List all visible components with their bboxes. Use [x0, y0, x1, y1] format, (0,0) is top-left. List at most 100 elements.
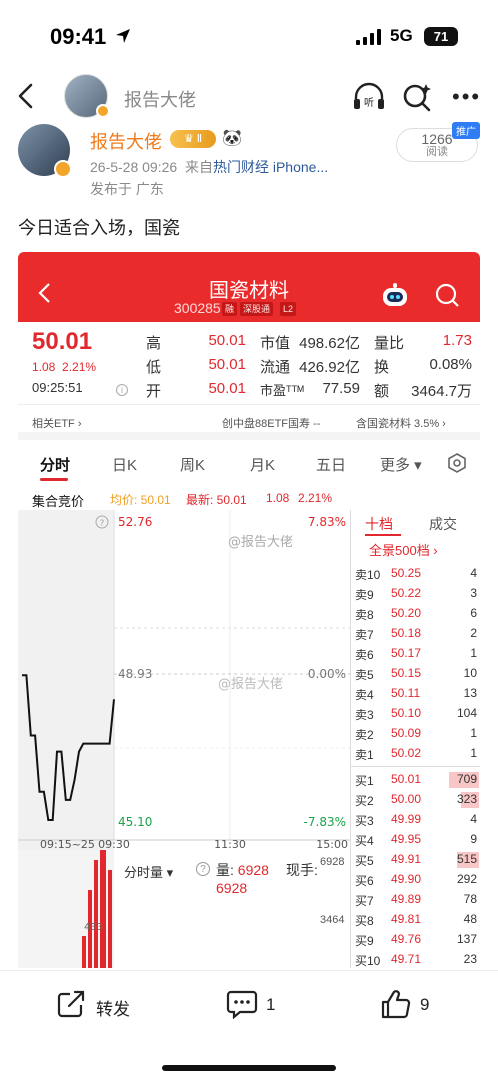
level-label: 卖6: [355, 648, 374, 662]
x-tick-label: 09:30: [98, 838, 130, 850]
high-label: 高: [146, 335, 162, 352]
robot-icon: [383, 283, 407, 306]
level-volume: 48: [463, 912, 477, 926]
divider: [351, 766, 480, 767]
y-tick-label: 52.76: [118, 515, 152, 529]
level-label: 买9: [355, 934, 374, 948]
svg-text:听: 听: [364, 97, 374, 109]
like-button[interactable]: 9: [380, 989, 440, 1019]
tab-trades[interactable]: 成交: [429, 514, 457, 534]
auction-label: 集合竞价: [32, 494, 85, 509]
volume-bar: [82, 936, 86, 968]
thumbs-up-icon: [381, 990, 411, 1019]
ask-row: 卖6 50.17 1: [351, 644, 480, 664]
author-name[interactable]: 报告大佬: [90, 128, 162, 154]
etf-middle: 创中盘88ETF国寿 --: [222, 418, 321, 430]
level-volume: 4: [470, 566, 477, 580]
tab-more[interactable]: 更多 ▾: [380, 454, 422, 475]
level-volume: 292: [456, 872, 477, 886]
level-volume: 13: [463, 686, 477, 700]
etf-right[interactable]: 含国瓷材料 3.5% ›: [356, 415, 446, 431]
bid-row: 买7 49.89 78: [351, 890, 480, 910]
volume-type-select[interactable]: 分时量 ▾: [124, 862, 173, 881]
home-indicator: [162, 1065, 336, 1071]
level-volume: 1: [470, 726, 477, 740]
ask-row: 卖5 50.15 10: [351, 664, 480, 684]
intraday-chart[interactable]: 52.76 48.93 45.10 7.83% 0.00% -7.83% 09:15~25 0…: [18, 510, 350, 850]
etf-label[interactable]: 相关ETF ›: [32, 415, 82, 431]
level-price: 50.02: [391, 746, 422, 760]
volume-panel: 433 分时量 ▾ ? 量: 6928 现手: 6928 6928 3464: [18, 850, 350, 968]
x-tick-label: 11:30: [214, 838, 246, 850]
level-price: 49.91: [391, 852, 422, 866]
current-price: 50.01: [32, 328, 93, 355]
float-label: 流通: [260, 359, 291, 376]
related-etf-row[interactable]: 相关ETF › 创中盘88ETF国寿 -- 含国瓷材料 3.5% ›: [18, 404, 480, 440]
ask-row: 卖1 50.02 1: [351, 744, 480, 764]
share-icon: [57, 990, 85, 1018]
ask-row: 卖9 50.22 3: [351, 584, 480, 604]
back-icon[interactable]: [14, 82, 38, 110]
stock-tag: 融: [222, 302, 238, 316]
status-bar: 09:41 5G 71: [0, 0, 498, 72]
tab-intraday[interactable]: 分时: [40, 454, 70, 475]
qty-label: 量:: [216, 862, 238, 878]
y-tick-label: 48.93: [118, 667, 152, 681]
level-volume: 78: [463, 892, 477, 906]
watermark: @报告大佬: [218, 677, 283, 692]
reads-label: 阅读: [426, 146, 448, 158]
high-value: 50.01: [208, 332, 246, 349]
low-label: 低: [146, 359, 162, 376]
level-volume: 515: [456, 852, 477, 866]
price-change: 1.08 2.21%: [32, 360, 96, 374]
ai-search-icon[interactable]: [402, 82, 432, 112]
tab-monthly-k[interactable]: 月K: [250, 454, 275, 475]
tab-weekly-k[interactable]: 周K: [180, 454, 205, 475]
turnover-label: 换: [374, 359, 390, 376]
volume-bar: [94, 860, 98, 968]
help-icon[interactable]: ?: [196, 862, 210, 876]
stock-tag: 深股通: [240, 302, 274, 316]
level-label: 买7: [355, 894, 374, 908]
share-button[interactable]: 转发: [56, 989, 146, 1019]
bid-row: 买5 49.91 515: [351, 850, 480, 870]
level-label: 买5: [355, 854, 374, 868]
level-label: 卖7: [355, 628, 374, 642]
y-tick-label: 45.10: [118, 815, 152, 829]
level-price: 50.01: [391, 772, 422, 786]
x-tick-label: 09:15~25: [40, 838, 95, 850]
post-source[interactable]: 热门财经 iPhone...: [213, 159, 328, 175]
listen-icon[interactable]: 听: [352, 82, 386, 112]
amount-label: 额: [374, 383, 390, 400]
level-price: 49.76: [391, 932, 422, 946]
quote-time: 09:25:51: [32, 380, 83, 395]
stock-screenshot[interactable]: 国瓷材料 300285 融 深股通 L2 50.01 1.08 2.21% 09…: [18, 252, 480, 968]
level-label: 买6: [355, 874, 374, 888]
level-price: 49.90: [391, 872, 422, 886]
tab-five-day[interactable]: 五日: [316, 454, 346, 475]
comment-count: 1: [266, 995, 276, 1014]
auction-chg: 1.08: [266, 491, 290, 505]
level-volume: 23: [463, 952, 477, 966]
tab-ten-levels[interactable]: 十档: [365, 514, 393, 534]
volume-axis-mid: 3464: [320, 914, 345, 926]
level-price: 50.22: [391, 586, 422, 600]
level-volume: 709: [456, 772, 477, 786]
tab-daily-k[interactable]: 日K: [112, 454, 137, 475]
settings-icon[interactable]: [446, 452, 468, 474]
level-volume: 323: [456, 792, 477, 806]
level-label: 卖2: [355, 728, 374, 742]
auction-latest: 最新: 50.01: [186, 493, 247, 507]
level-volume: 10: [463, 666, 477, 680]
help-icon-glyph: ?: [100, 519, 105, 529]
level-label: 买10: [355, 954, 381, 968]
more-icon[interactable]: •••: [452, 86, 481, 108]
level-price: 49.99: [391, 812, 422, 826]
open-label: 开: [146, 383, 162, 400]
comment-button[interactable]: 1: [226, 989, 286, 1019]
change-pct: 2.21%: [62, 360, 97, 374]
full-depth-link[interactable]: 全景500档 ›: [369, 540, 438, 559]
bid-row: 买2 50.00 323: [351, 790, 480, 810]
float-value: 426.92亿: [299, 359, 360, 376]
nav-title: 报告大佬: [124, 90, 196, 110]
